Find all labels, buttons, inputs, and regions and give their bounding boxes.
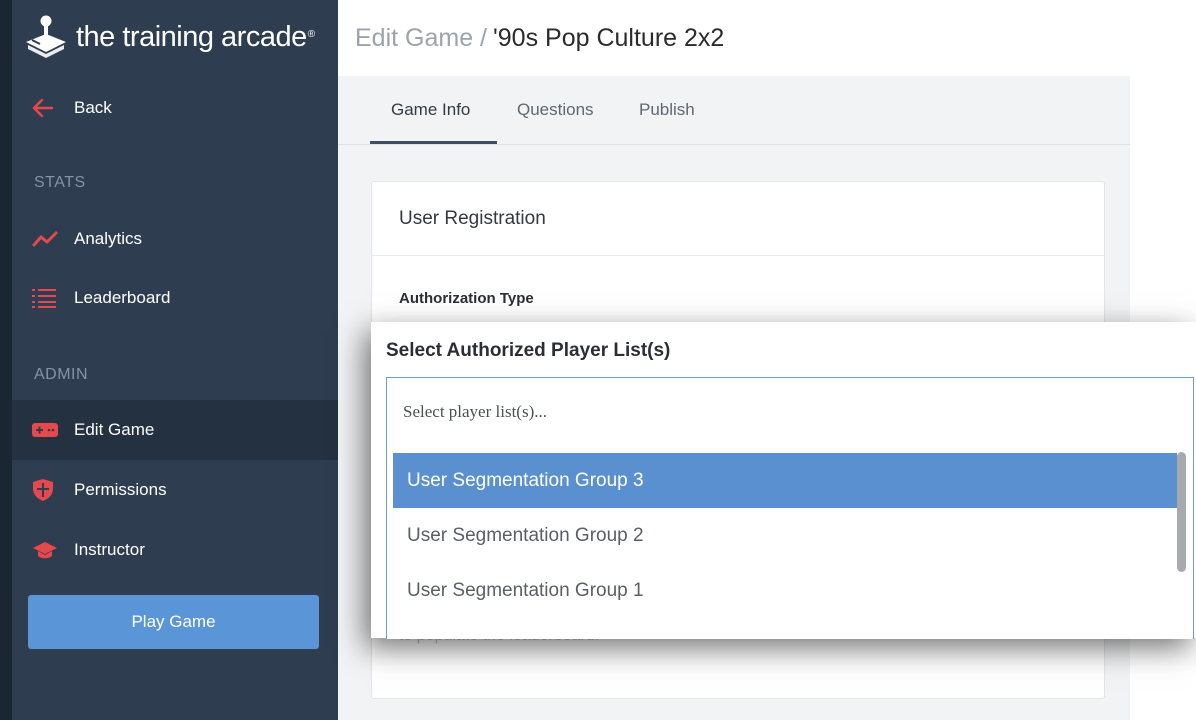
sidebar-item-label: Analytics bbox=[74, 229, 143, 248]
sidebar-item-edit-game[interactable]: Edit Game bbox=[12, 400, 338, 460]
play-game-button[interactable]: Play Game bbox=[28, 595, 319, 649]
page-title: '90s Pop Culture 2x2 bbox=[493, 23, 725, 52]
sidebar-item-label: Edit Game bbox=[74, 420, 155, 439]
tab-questions[interactable]: Questions bbox=[517, 76, 594, 144]
player-list-select[interactable]: User Segmentation Group 3 User Segmentat… bbox=[386, 377, 1194, 639]
sidebar-item-label: Permissions bbox=[74, 480, 167, 499]
shield-icon bbox=[32, 478, 60, 502]
back-label: Back bbox=[74, 98, 112, 117]
dropdown-option[interactable]: User Segmentation Group 3 bbox=[393, 453, 1177, 508]
brand-name: the training arcade® bbox=[76, 20, 315, 53]
authorization-type-label: Authorization Type bbox=[399, 290, 534, 307]
page-header: Edit Game / '90s Pop Culture 2x2 bbox=[338, 0, 1130, 76]
tab-publish[interactable]: Publish bbox=[639, 76, 695, 144]
arrow-left-icon bbox=[32, 96, 60, 120]
registered-mark: ® bbox=[307, 28, 315, 40]
sidebar-item-label: Instructor bbox=[74, 540, 145, 559]
dropdown-option[interactable]: User Segmentation Group 1 bbox=[393, 563, 1177, 618]
player-list-search-input[interactable] bbox=[403, 402, 1003, 422]
sidebar-item-instructor[interactable]: Instructor bbox=[12, 520, 338, 580]
analytics-icon bbox=[32, 227, 60, 251]
leaderboard-icon bbox=[32, 286, 60, 310]
admin-section-label: ADMIN bbox=[34, 366, 89, 383]
sidebar-item-label: Leaderboard bbox=[74, 288, 171, 307]
card-title: User Registration bbox=[372, 182, 1104, 256]
sidebar: the training arcade® Back STATS Analytic… bbox=[0, 0, 338, 720]
active-tab-indicator bbox=[370, 141, 497, 144]
brand-logo[interactable]: the training arcade® bbox=[22, 14, 315, 60]
player-list-popup: Select Authorized Player List(s) User Se… bbox=[371, 322, 1196, 639]
tab-bar: Game Info Questions Publish bbox=[338, 76, 1130, 145]
sidebar-item-permissions[interactable]: Permissions bbox=[12, 460, 338, 520]
back-link[interactable]: Back bbox=[12, 78, 338, 138]
stats-section-label: STATS bbox=[34, 174, 86, 191]
tab-game-info[interactable]: Game Info bbox=[391, 76, 470, 144]
dropdown-scrollbar[interactable] bbox=[1177, 452, 1186, 572]
dropdown-option[interactable]: User Segmentation Group 2 bbox=[393, 508, 1177, 563]
gamepad-icon bbox=[32, 418, 60, 442]
sidebar-item-analytics[interactable]: Analytics bbox=[12, 209, 338, 269]
graduation-cap-icon bbox=[32, 538, 60, 562]
breadcrumb-prefix[interactable]: Edit Game / bbox=[355, 24, 487, 53]
joystick-logo-icon bbox=[26, 15, 66, 58]
sidebar-item-leaderboard[interactable]: Leaderboard bbox=[12, 268, 338, 328]
popup-title: Select Authorized Player List(s) bbox=[386, 340, 671, 361]
